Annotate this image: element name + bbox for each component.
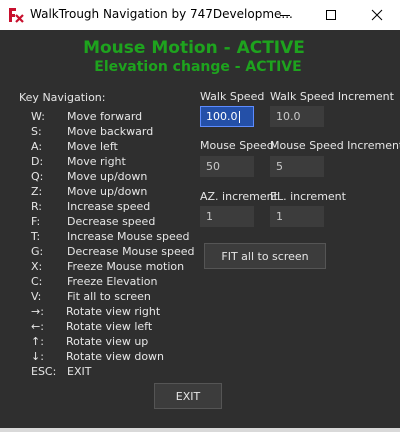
key-description: Decrease speed <box>67 215 156 228</box>
walk-speed-increment-label: Walk Speed Increment <box>270 90 394 103</box>
key-description: EXIT <box>67 365 92 378</box>
az-increment-label: AZ. increment <box>200 190 278 203</box>
walk-speed-input[interactable]: 100.0 <box>200 106 254 127</box>
app-window: WalkTrough Navigation by 747Developme...… <box>0 0 400 432</box>
key-label: C: <box>31 275 43 288</box>
window-title: WalkTrough Navigation by 747Developme... <box>30 7 293 21</box>
key-description: Rotate view left <box>66 320 153 333</box>
key-description: Freeze Elevation <box>67 275 158 288</box>
key-label: X: <box>31 260 43 273</box>
mouse-speed-value: 50 <box>206 160 220 173</box>
key-description: Rotate view down <box>66 350 165 363</box>
key-description: Freeze Mouse motion <box>67 260 185 273</box>
key-description: Move forward <box>67 110 143 123</box>
walk-speed-increment-value: 10.0 <box>276 110 301 123</box>
window-bottom-edge <box>0 428 400 432</box>
key-label: R: <box>31 200 43 213</box>
key-navigation-title: Key Navigation: <box>19 91 106 104</box>
window-body: Mouse Motion - ACTIVE Elevation change -… <box>0 30 400 432</box>
key-description: Increase Mouse speed <box>67 230 190 243</box>
text-caret <box>238 111 240 123</box>
minimize-button[interactable] <box>262 0 308 30</box>
close-icon <box>371 9 383 21</box>
key-label: F: <box>31 215 41 228</box>
az-increment-input[interactable]: 1 <box>200 206 254 227</box>
minimize-icon <box>280 15 290 16</box>
walk-speed-label: Walk Speed <box>200 90 265 103</box>
walk-speed-increment-input[interactable]: 10.0 <box>270 106 324 127</box>
key-label: G: <box>31 245 44 258</box>
close-button[interactable] <box>354 0 400 30</box>
exit-button[interactable]: EXIT <box>154 383 222 409</box>
mouse-motion-status: Mouse Motion - ACTIVE <box>83 38 305 58</box>
key-description: Fit all to screen <box>67 290 151 303</box>
key-label: →: <box>31 305 44 318</box>
key-label: T: <box>31 230 41 243</box>
mouse-speed-increment-input[interactable]: 5 <box>270 156 324 177</box>
key-label: Z: <box>31 185 43 198</box>
key-label: ESC: <box>31 365 57 378</box>
key-label: Q: <box>31 170 44 183</box>
el-increment-value: 1 <box>276 210 283 223</box>
key-label: S: <box>31 125 42 138</box>
el-increment-input[interactable]: 1 <box>270 206 324 227</box>
key-description: Move left <box>67 140 118 153</box>
key-label: ←: <box>31 320 44 333</box>
key-label: ↑: <box>31 335 44 348</box>
key-description: Decrease Mouse speed <box>67 245 195 258</box>
key-description: Increase speed <box>67 200 151 213</box>
key-label: W: <box>31 110 45 123</box>
mouse-speed-increment-label: Mouse Speed Increment <box>270 139 400 152</box>
el-increment-label: EL. increment <box>270 190 346 203</box>
title-bar[interactable]: WalkTrough Navigation by 747Developme... <box>0 0 400 30</box>
key-description: Move backward <box>67 125 154 138</box>
mouse-speed-label: Mouse Speed <box>200 139 274 152</box>
key-description: Rotate view right <box>66 305 161 318</box>
key-description: Move right <box>67 155 126 168</box>
maximize-button[interactable] <box>308 0 354 30</box>
walk-speed-value: 100.0 <box>206 110 238 123</box>
elevation-status: Elevation change - ACTIVE <box>94 59 302 75</box>
mouse-speed-input[interactable]: 50 <box>200 156 254 177</box>
mouse-speed-increment-value: 5 <box>276 160 283 173</box>
key-label: V: <box>31 290 42 303</box>
az-increment-value: 1 <box>206 210 213 223</box>
fit-all-button[interactable]: FIT all to screen <box>204 243 326 269</box>
key-label: ↓: <box>31 350 44 363</box>
key-description: Move up/down <box>67 185 148 198</box>
key-label: A: <box>31 140 43 153</box>
maximize-icon <box>326 10 336 20</box>
key-description: Rotate view up <box>66 335 149 348</box>
key-description: Move up/down <box>67 170 148 183</box>
fx-app-icon <box>7 6 25 24</box>
key-label: D: <box>31 155 44 168</box>
